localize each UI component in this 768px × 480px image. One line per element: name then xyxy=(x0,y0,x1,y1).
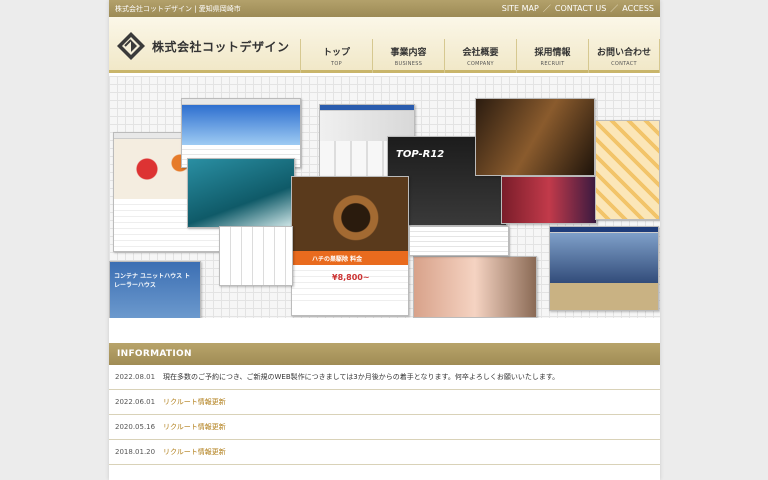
portfolio-shot-car xyxy=(549,226,659,311)
nav-business[interactable]: 事業内容 BUSINESS xyxy=(372,39,444,73)
news-text: 現在多数のご予約につき、ご新規のWEB製作につきましては3か月後からの着手となり… xyxy=(163,373,560,381)
information-section: INFORMATION 2022.08.01 現在多数のご予約につき、ご新規のW… xyxy=(109,343,660,465)
site-logo[interactable]: 株式会社コットデザイン xyxy=(116,31,290,61)
news-date: 2020.05.16 xyxy=(115,423,156,431)
news-item: 2022.06.01 リクルート情報更新 xyxy=(109,390,660,415)
portfolio-shot-plan xyxy=(219,226,293,286)
top-bar: 株式会社コットデザイン | 愛知県岡崎市 SITE MAP ／ CONTACT … xyxy=(109,0,660,17)
news-item: 2020.05.16 リクルート情報更新 xyxy=(109,415,660,440)
rc-label: TOP-R12 xyxy=(396,149,445,160)
nav-sub-label: RECRUIT xyxy=(540,61,565,67)
portfolio-shot-manga xyxy=(595,120,660,220)
main-nav: トップ TOP 事業内容 BUSINESS 会社概要 COMPANY 採用情報 … xyxy=(300,39,660,73)
price-label: ¥8,800~ xyxy=(332,273,370,282)
nav-sub-label: BUSINESS xyxy=(394,61,423,67)
logo-text: 株式会社コットデザイン xyxy=(152,39,290,54)
nav-sub-label: COMPANY xyxy=(467,61,494,67)
news-link[interactable]: リクルート情報更新 xyxy=(163,422,226,432)
nav-recruit[interactable]: 採用情報 RECRUIT xyxy=(516,39,588,73)
portfolio-shot-people xyxy=(413,256,537,318)
sitemap-link[interactable]: SITE MAP xyxy=(502,4,539,13)
utility-links: SITE MAP ／ CONTACT US ／ ACCESS xyxy=(502,3,654,14)
page: 株式会社コットデザイン | 愛知県岡崎市 SITE MAP ／ CONTACT … xyxy=(109,0,660,480)
news-item: 2022.08.01 現在多数のご予約につき、ご新規のWEB製作につきましては3… xyxy=(109,365,660,390)
portfolio-shot-surf xyxy=(187,158,295,228)
nav-label: トップ xyxy=(322,48,350,58)
separator: ／ xyxy=(610,4,619,13)
news-date: 2022.06.01 xyxy=(115,398,156,406)
news-date: 2022.08.01 xyxy=(115,373,156,381)
company-location-text: 株式会社コットデザイン | 愛知県岡崎市 xyxy=(115,4,241,13)
news-link[interactable]: リクルート情報更新 xyxy=(163,447,226,457)
nav-top[interactable]: トップ TOP xyxy=(300,39,372,73)
nav-label: 会社概要 xyxy=(462,48,499,58)
logo-diamond-icon xyxy=(117,32,145,60)
portfolio-shot-container: コンテナ ユニットハウス トレーラーハウス xyxy=(109,261,201,318)
information-title: INFORMATION xyxy=(109,343,660,365)
portfolio-shot-restaurant xyxy=(475,98,595,176)
site-header: 株式会社コットデザイン トップ TOP 事業内容 BUSINESS 会社概要 C… xyxy=(109,17,660,73)
news-date: 2018.01.20 xyxy=(115,448,156,456)
portfolio-shot-event xyxy=(501,176,597,224)
container-label: コンテナ ユニットハウス トレーラーハウス xyxy=(114,273,191,289)
nav-company[interactable]: 会社概要 COMPANY xyxy=(444,39,516,73)
hero-collage: TOP-R12 ハチの巣駆除 料金 ¥8,800~ コンテナ ユニットハウス ト… xyxy=(109,76,660,318)
news-link[interactable]: リクルート情報更新 xyxy=(163,397,226,407)
nav-contact[interactable]: お問い合わせ CONTACT xyxy=(588,39,660,73)
news-item: 2018.01.20 リクルート情報更新 xyxy=(109,440,660,465)
nav-label: 事業内容 xyxy=(390,48,427,58)
access-link[interactable]: ACCESS xyxy=(622,4,654,13)
nav-label: 採用情報 xyxy=(534,48,571,58)
portfolio-shot-text xyxy=(409,226,509,256)
nav-label: お問い合わせ xyxy=(596,48,651,58)
contact-us-link[interactable]: CONTACT US xyxy=(555,4,606,13)
portfolio-shot-hornet: ハチの巣駆除 料金 ¥8,800~ xyxy=(291,176,409,316)
hachi-label: ハチの巣駆除 料金 xyxy=(312,256,363,263)
nav-sub-label: CONTACT xyxy=(611,61,637,67)
separator: ／ xyxy=(542,4,551,13)
nav-sub-label: TOP xyxy=(331,61,342,67)
